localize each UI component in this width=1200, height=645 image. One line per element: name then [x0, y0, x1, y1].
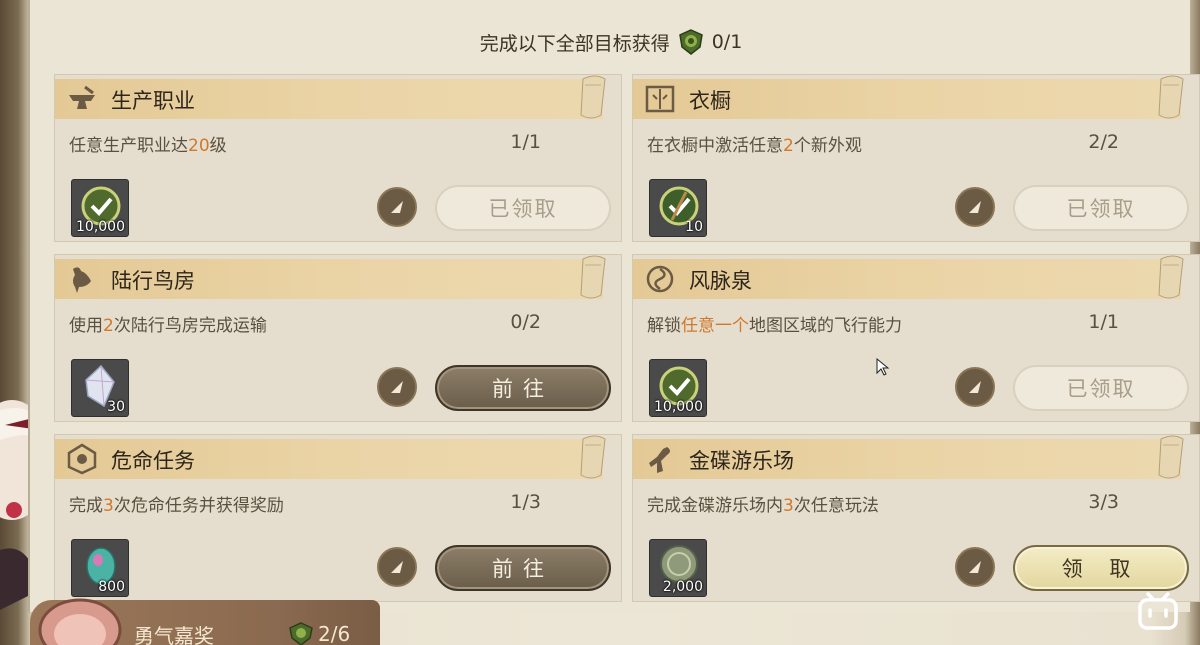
- reward-slot[interactable]: 30: [71, 359, 129, 417]
- navigate-button[interactable]: [377, 187, 417, 227]
- claimed-button[interactable]: 已领取: [1013, 365, 1189, 411]
- card-progress: 1/3: [510, 491, 541, 513]
- compass-arrow-icon: [391, 381, 403, 393]
- header-count: 0/1: [711, 31, 743, 53]
- card-progress: 1/1: [510, 131, 541, 153]
- courage-reward-count: 2/6: [318, 622, 351, 645]
- green-medal-icon: [678, 29, 703, 55]
- card-progress: 1/1: [1088, 311, 1119, 333]
- compass-arrow-icon: [969, 201, 981, 213]
- courage-reward-label: 勇气嘉奖: [134, 624, 214, 645]
- goto-button[interactable]: 前往: [435, 545, 611, 591]
- panel-header: 完成以下全部目标获得 0/1: [30, 22, 1192, 62]
- goal-card-fate: 危命任务 完成3次危命任务并获得奖励 1/3 800 前往: [54, 434, 622, 602]
- card-description: 使用2次陆行鸟房完成运输: [69, 316, 267, 336]
- chocobo-icon: [73, 267, 91, 293]
- reward-quantity: 10: [685, 219, 703, 235]
- card-title: 生产职业: [111, 89, 195, 113]
- wardrobe-icon: [645, 85, 675, 113]
- card-title: 风脉泉: [689, 269, 752, 293]
- courage-reward-bar[interactable]: 勇气嘉奖 2/6: [30, 598, 380, 645]
- claim-button[interactable]: 领 取: [1013, 545, 1189, 591]
- reward-quantity: 30: [107, 399, 125, 415]
- card-description: 解锁任意一个地图区域的飞行能力: [647, 316, 902, 336]
- reward-slot[interactable]: 10: [649, 179, 707, 237]
- goto-button[interactable]: 前往: [435, 365, 611, 411]
- claimed-button[interactable]: 已领取: [435, 185, 611, 231]
- scroll-ornament-icon: [580, 435, 606, 479]
- mouse-cursor-icon: [876, 358, 890, 376]
- goal-card-aether-current: 风脉泉 解锁任意一个地图区域的飞行能力 1/1 10,000 已领取: [632, 254, 1200, 422]
- card-description: 完成3次危命任务并获得奖励: [69, 496, 284, 516]
- goal-card-chocobo: 陆行鸟房 使用2次陆行鸟房完成运输 0/2 30 前往: [54, 254, 622, 422]
- reward-slot[interactable]: 800: [71, 539, 129, 597]
- card-progress: 2/2: [1088, 131, 1119, 153]
- green-medal-icon: [289, 622, 313, 645]
- reward-quantity: 10,000: [76, 219, 125, 235]
- reward-slot[interactable]: 10,000: [71, 179, 129, 237]
- scroll-ornament-icon: [1158, 435, 1184, 479]
- navigate-button[interactable]: [955, 187, 995, 227]
- card-description: 在衣橱中激活任意2个新外观: [647, 136, 862, 156]
- navigate-button[interactable]: [955, 367, 995, 407]
- reward-quantity: 2,000: [662, 579, 703, 595]
- scroll-ornament-icon: [1158, 75, 1184, 119]
- scroll-ornament-icon: [580, 75, 606, 119]
- aether-current-icon: [646, 265, 674, 293]
- anvil-icon: [69, 85, 95, 109]
- compass-arrow-icon: [969, 381, 981, 393]
- gold-saucer-icon: [649, 447, 670, 473]
- card-progress: 3/3: [1088, 491, 1119, 513]
- bilibili-watermark-icon: [1138, 592, 1178, 630]
- card-title: 衣橱: [689, 89, 731, 113]
- card-title: 危命任务: [111, 449, 195, 473]
- reward-slot[interactable]: 2,000: [649, 539, 707, 597]
- header-label: 完成以下全部目标获得: [479, 32, 670, 55]
- navigate-button[interactable]: [955, 547, 995, 587]
- moogle-avatar-icon: [38, 598, 122, 645]
- card-title: 金碟游乐场: [689, 449, 794, 473]
- navigate-button[interactable]: [377, 547, 417, 587]
- card-description: 任意生产职业达20级: [69, 136, 227, 156]
- fate-icon: [67, 443, 97, 475]
- card-description: 完成金碟游乐场内3次任意玩法: [647, 496, 879, 516]
- reward-quantity: 10,000: [654, 399, 703, 415]
- compass-arrow-icon: [391, 561, 403, 573]
- goal-card-wardrobe: 衣橱 在衣橱中激活任意2个新外观 2/2 10 已领取: [632, 74, 1200, 242]
- claimed-button[interactable]: 已领取: [1013, 185, 1189, 231]
- card-title: 陆行鸟房: [111, 269, 195, 293]
- reward-slot[interactable]: 10,000: [649, 359, 707, 417]
- compass-arrow-icon: [969, 561, 981, 573]
- goals-panel: 完成以下全部目标获得 0/1 生产职业 任意生产职业达20级 1/1 10,00…: [28, 0, 1200, 612]
- card-progress: 0/2: [510, 311, 541, 333]
- scroll-ornament-icon: [580, 255, 606, 299]
- goal-card-gold-saucer: 金碟游乐场 完成金碟游乐场内3次任意玩法 3/3 2,000 领 取: [632, 434, 1200, 602]
- compass-arrow-icon: [391, 201, 403, 213]
- scroll-ornament-icon: [1158, 255, 1184, 299]
- navigate-button[interactable]: [377, 367, 417, 407]
- goal-card-crafting: 生产职业 任意生产职业达20级 1/1 10,000 已领取: [54, 74, 622, 242]
